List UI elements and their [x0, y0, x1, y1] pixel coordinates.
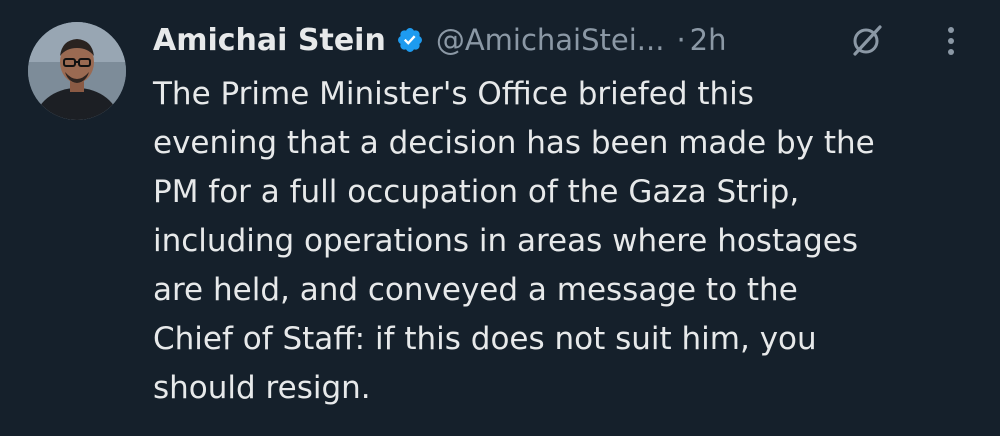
grok-icon[interactable]	[849, 22, 885, 58]
timestamp[interactable]: 2h	[690, 23, 727, 57]
author-name[interactable]: Amichai Stein	[153, 23, 386, 58]
verified-badge-icon	[396, 26, 424, 54]
tweet-header: Amichai Stein @AmichaiStei... · 2h	[153, 18, 727, 62]
tweet-text: The Prime Minister's Office briefed this…	[153, 76, 875, 406]
tweet-card[interactable]: Amichai Stein @AmichaiStei... · 2h The P…	[0, 0, 1000, 436]
more-options-icon[interactable]	[940, 24, 962, 58]
separator-dot: ·	[676, 23, 686, 57]
author-handle[interactable]: @AmichaiStei...	[436, 23, 665, 57]
avatar[interactable]	[28, 22, 126, 120]
